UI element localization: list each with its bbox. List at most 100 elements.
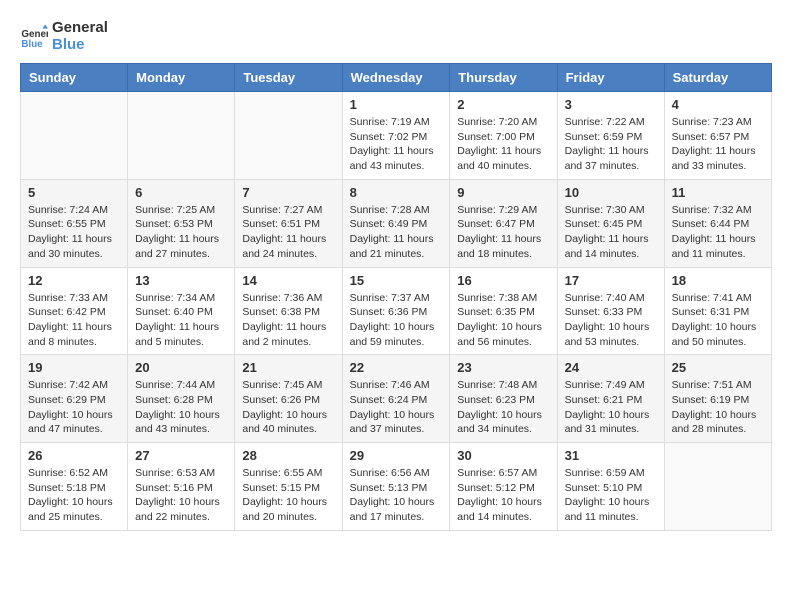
day-info: Sunrise: 6:52 AM Sunset: 5:18 PM Dayligh…	[28, 466, 120, 525]
logo-general-text: General	[52, 20, 108, 37]
logo: General Blue General Blue	[20, 20, 108, 53]
day-number: 3	[565, 97, 657, 112]
calendar-cell: 21 Sunrise: 7:45 AM Sunset: 6:26 PM Dayli…	[235, 355, 342, 443]
calendar-week-2: 5 Sunrise: 7:24 AM Sunset: 6:55 PM Daylig…	[21, 179, 772, 267]
weekday-header-wednesday: Wednesday	[342, 64, 450, 92]
day-info: Sunrise: 7:49 AM Sunset: 6:21 PM Dayligh…	[565, 378, 657, 437]
logo-blue-text: Blue	[52, 37, 108, 54]
calendar-week-5: 26Sunrise: 6:52 AM Sunset: 5:18 PM Dayli…	[21, 443, 772, 531]
calendar-cell: 4Sunrise: 7:23 AM Sunset: 6:57 PM Daylig…	[664, 92, 771, 180]
day-number: 15	[350, 273, 443, 288]
day-info: Sunrise: 7:48 AM Sunset: 6:23 PM Dayligh…	[457, 378, 549, 437]
weekday-header-friday: Friday	[557, 64, 664, 92]
weekday-header-tuesday: Tuesday	[235, 64, 342, 92]
calendar-cell: 24 Sunrise: 7:49 AM Sunset: 6:21 PM Dayli…	[557, 355, 664, 443]
day-number: 9	[457, 185, 549, 200]
day-info: Sunrise: 7:45 AM Sunset: 6:26 PM Dayligh…	[242, 378, 334, 437]
calendar-cell: 22Sunrise: 7:46 AM Sunset: 6:24 PM Dayli…	[342, 355, 450, 443]
weekday-header-sunday: Sunday	[21, 64, 128, 92]
day-number: 24	[565, 360, 657, 375]
calendar-cell: 8 Sunrise: 7:28 AM Sunset: 6:49 PM Daylig…	[342, 179, 450, 267]
calendar-cell: 6Sunrise: 7:25 AM Sunset: 6:53 PM Daylig…	[128, 179, 235, 267]
calendar-cell	[128, 92, 235, 180]
day-info: Sunrise: 7:28 AM Sunset: 6:49 PM Dayligh…	[350, 203, 443, 262]
weekday-header-saturday: Saturday	[664, 64, 771, 92]
day-number: 14	[242, 273, 334, 288]
calendar-cell: 31 Sunrise: 6:59 AM Sunset: 5:10 PM Dayli…	[557, 443, 664, 531]
calendar-cell: 30Sunrise: 6:57 AM Sunset: 5:12 PM Dayli…	[450, 443, 557, 531]
day-number: 30	[457, 448, 549, 463]
day-number: 2	[457, 97, 549, 112]
day-number: 5	[28, 185, 120, 200]
page-header: General Blue General Blue	[20, 20, 772, 53]
calendar-cell: 11 Sunrise: 7:32 AM Sunset: 6:44 PM Dayli…	[664, 179, 771, 267]
logo-icon: General Blue	[20, 23, 48, 51]
calendar-cell: 27 Sunrise: 6:53 AM Sunset: 5:16 PM Dayli…	[128, 443, 235, 531]
day-number: 21	[242, 360, 334, 375]
day-number: 23	[457, 360, 549, 375]
day-number: 11	[672, 185, 764, 200]
day-info: Sunrise: 7:41 AM Sunset: 6:31 PM Dayligh…	[672, 291, 764, 350]
day-info: Sunrise: 7:29 AM Sunset: 6:47 PM Dayligh…	[457, 203, 549, 262]
calendar-cell: 28Sunrise: 6:55 AM Sunset: 5:15 PM Dayli…	[235, 443, 342, 531]
calendar-week-4: 19Sunrise: 7:42 AM Sunset: 6:29 PM Dayli…	[21, 355, 772, 443]
calendar-cell: 17Sunrise: 7:40 AM Sunset: 6:33 PM Dayli…	[557, 267, 664, 355]
day-number: 7	[242, 185, 334, 200]
calendar-cell	[21, 92, 128, 180]
calendar-week-1: 1Sunrise: 7:19 AM Sunset: 7:02 PM Daylig…	[21, 92, 772, 180]
day-info: Sunrise: 7:24 AM Sunset: 6:55 PM Dayligh…	[28, 203, 120, 262]
day-number: 8	[350, 185, 443, 200]
day-info: Sunrise: 7:19 AM Sunset: 7:02 PM Dayligh…	[350, 115, 443, 174]
day-info: Sunrise: 6:55 AM Sunset: 5:15 PM Dayligh…	[242, 466, 334, 525]
day-number: 12	[28, 273, 120, 288]
calendar-cell	[235, 92, 342, 180]
day-info: Sunrise: 7:36 AM Sunset: 6:38 PM Dayligh…	[242, 291, 334, 350]
day-info: Sunrise: 7:23 AM Sunset: 6:57 PM Dayligh…	[672, 115, 764, 174]
calendar-cell: 13Sunrise: 7:34 AM Sunset: 6:40 PM Dayli…	[128, 267, 235, 355]
calendar-cell: 23 Sunrise: 7:48 AM Sunset: 6:23 PM Dayli…	[450, 355, 557, 443]
calendar-cell: 5 Sunrise: 7:24 AM Sunset: 6:55 PM Daylig…	[21, 179, 128, 267]
calendar-table: SundayMondayTuesdayWednesdayThursdayFrid…	[20, 63, 772, 531]
day-number: 17	[565, 273, 657, 288]
day-info: Sunrise: 6:56 AM Sunset: 5:13 PM Dayligh…	[350, 466, 443, 525]
calendar-cell: 2 Sunrise: 7:20 AM Sunset: 7:00 PM Daylig…	[450, 92, 557, 180]
day-number: 20	[135, 360, 227, 375]
day-info: Sunrise: 7:30 AM Sunset: 6:45 PM Dayligh…	[565, 203, 657, 262]
day-number: 29	[350, 448, 443, 463]
calendar-cell: 9 Sunrise: 7:29 AM Sunset: 6:47 PM Daylig…	[450, 179, 557, 267]
calendar-cell: 26Sunrise: 6:52 AM Sunset: 5:18 PM Dayli…	[21, 443, 128, 531]
calendar-cell: 1Sunrise: 7:19 AM Sunset: 7:02 PM Daylig…	[342, 92, 450, 180]
day-number: 16	[457, 273, 549, 288]
calendar-header-row: SundayMondayTuesdayWednesdayThursdayFrid…	[21, 64, 772, 92]
day-number: 27	[135, 448, 227, 463]
day-info: Sunrise: 7:51 AM Sunset: 6:19 PM Dayligh…	[672, 378, 764, 437]
day-number: 31	[565, 448, 657, 463]
calendar-cell: 15 Sunrise: 7:37 AM Sunset: 6:36 PM Dayli…	[342, 267, 450, 355]
day-info: Sunrise: 6:53 AM Sunset: 5:16 PM Dayligh…	[135, 466, 227, 525]
calendar-cell: 10Sunrise: 7:30 AM Sunset: 6:45 PM Dayli…	[557, 179, 664, 267]
day-number: 22	[350, 360, 443, 375]
day-info: Sunrise: 6:59 AM Sunset: 5:10 PM Dayligh…	[565, 466, 657, 525]
day-number: 13	[135, 273, 227, 288]
weekday-header-monday: Monday	[128, 64, 235, 92]
day-info: Sunrise: 7:33 AM Sunset: 6:42 PM Dayligh…	[28, 291, 120, 350]
day-info: Sunrise: 7:32 AM Sunset: 6:44 PM Dayligh…	[672, 203, 764, 262]
calendar-week-3: 12 Sunrise: 7:33 AM Sunset: 6:42 PM Dayli…	[21, 267, 772, 355]
calendar-cell: 16Sunrise: 7:38 AM Sunset: 6:35 PM Dayli…	[450, 267, 557, 355]
calendar-cell	[664, 443, 771, 531]
calendar-cell: 20 Sunrise: 7:44 AM Sunset: 6:28 PM Dayli…	[128, 355, 235, 443]
calendar-cell: 29 Sunrise: 6:56 AM Sunset: 5:13 PM Dayli…	[342, 443, 450, 531]
calendar-cell: 14 Sunrise: 7:36 AM Sunset: 6:38 PM Dayli…	[235, 267, 342, 355]
calendar-cell: 19Sunrise: 7:42 AM Sunset: 6:29 PM Dayli…	[21, 355, 128, 443]
day-info: Sunrise: 7:37 AM Sunset: 6:36 PM Dayligh…	[350, 291, 443, 350]
calendar-cell: 7 Sunrise: 7:27 AM Sunset: 6:51 PM Daylig…	[235, 179, 342, 267]
day-number: 25	[672, 360, 764, 375]
calendar-cell: 12 Sunrise: 7:33 AM Sunset: 6:42 PM Dayli…	[21, 267, 128, 355]
calendar-cell: 3Sunrise: 7:22 AM Sunset: 6:59 PM Daylig…	[557, 92, 664, 180]
day-info: Sunrise: 7:25 AM Sunset: 6:53 PM Dayligh…	[135, 203, 227, 262]
day-info: Sunrise: 7:20 AM Sunset: 7:00 PM Dayligh…	[457, 115, 549, 174]
day-number: 18	[672, 273, 764, 288]
day-info: Sunrise: 7:27 AM Sunset: 6:51 PM Dayligh…	[242, 203, 334, 262]
day-info: Sunrise: 7:44 AM Sunset: 6:28 PM Dayligh…	[135, 378, 227, 437]
weekday-header-thursday: Thursday	[450, 64, 557, 92]
